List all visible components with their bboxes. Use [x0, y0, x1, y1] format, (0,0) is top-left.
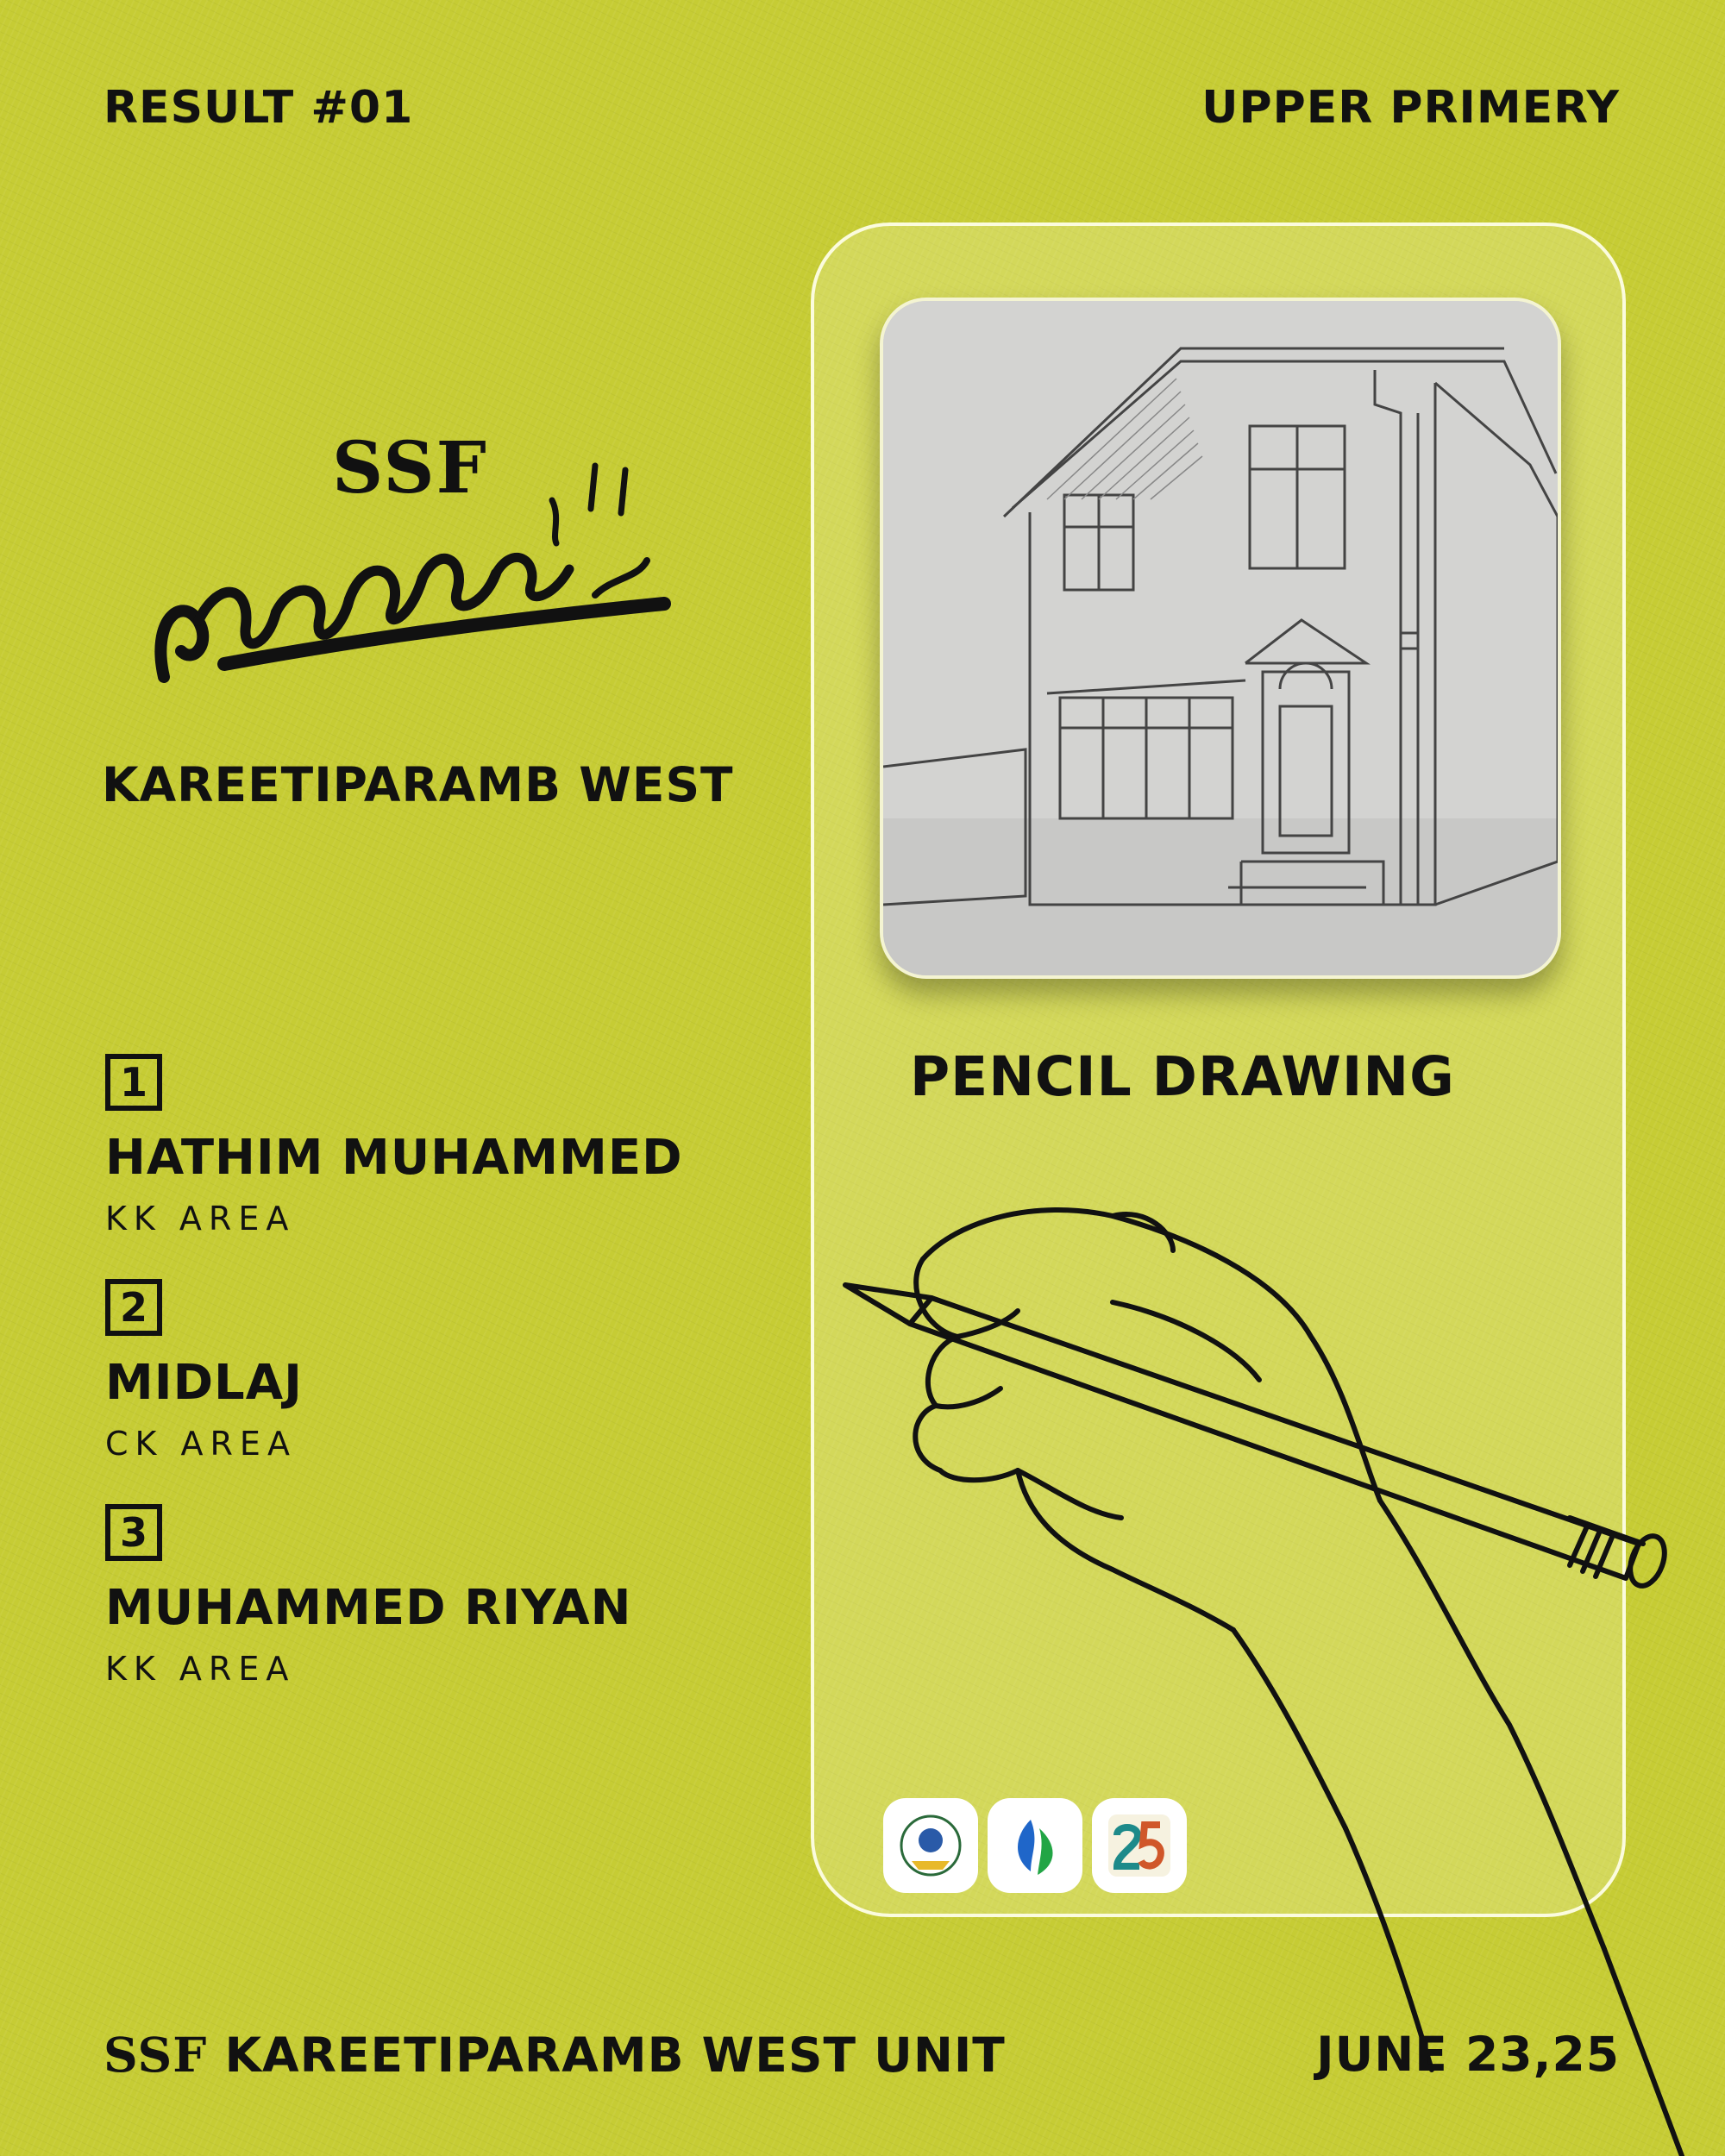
- house-pencil-sketch: [883, 301, 1558, 975]
- result-number: RESULT #01: [104, 82, 414, 134]
- organization-emblem-icon: [900, 1814, 962, 1877]
- footer-ssf-logo: SSF: [104, 2027, 208, 2083]
- winner-name: MIDLAJ: [105, 1355, 303, 1411]
- event-date: JUNE 23,25: [1316, 2027, 1620, 2082]
- number-25-icon: [1108, 1814, 1170, 1877]
- organization-emblem-badge: [883, 1798, 978, 1893]
- winner-area: CK AREA: [105, 1425, 297, 1463]
- hand-holding-pencil-icon: [843, 1207, 1684, 2156]
- footer-unit-name: KAREETIPARAMB WEST UNIT: [224, 2028, 1006, 2083]
- winner-second: 2 MIDLAJ CK AREA: [105, 1279, 303, 1463]
- rank-badge: 2: [105, 1279, 162, 1336]
- winner-third: 3 MUHAMMED RIYAN KK AREA: [105, 1504, 631, 1688]
- drop-leaf-icon: [1018, 1820, 1053, 1875]
- winner-area: KK AREA: [105, 1200, 296, 1238]
- unit-name: KAREETIPARAMB WEST: [102, 757, 734, 812]
- category-label: UPPER PRIMERY: [1201, 82, 1620, 134]
- number-25-badge: [1092, 1798, 1187, 1893]
- winner-name: MUHAMMED RIYAN: [105, 1580, 632, 1636]
- footer-unit: SSF KAREETIPARAMB WEST UNIT: [104, 2027, 1006, 2083]
- rank-badge: 1: [105, 1054, 162, 1111]
- winning-drawing-image: [880, 298, 1561, 979]
- event-title: PENCIL DRAWING: [910, 1045, 1455, 1108]
- sahityolsav-calligraphy-logo: [154, 462, 671, 683]
- winner-first: 1 HATHIM MUHAMMED KK AREA: [105, 1054, 683, 1238]
- winner-name: HATHIM MUHAMMED: [105, 1130, 683, 1186]
- drop-leaf-badge: [988, 1798, 1082, 1893]
- rank-badge: 3: [105, 1504, 162, 1561]
- winner-area: KK AREA: [105, 1650, 296, 1688]
